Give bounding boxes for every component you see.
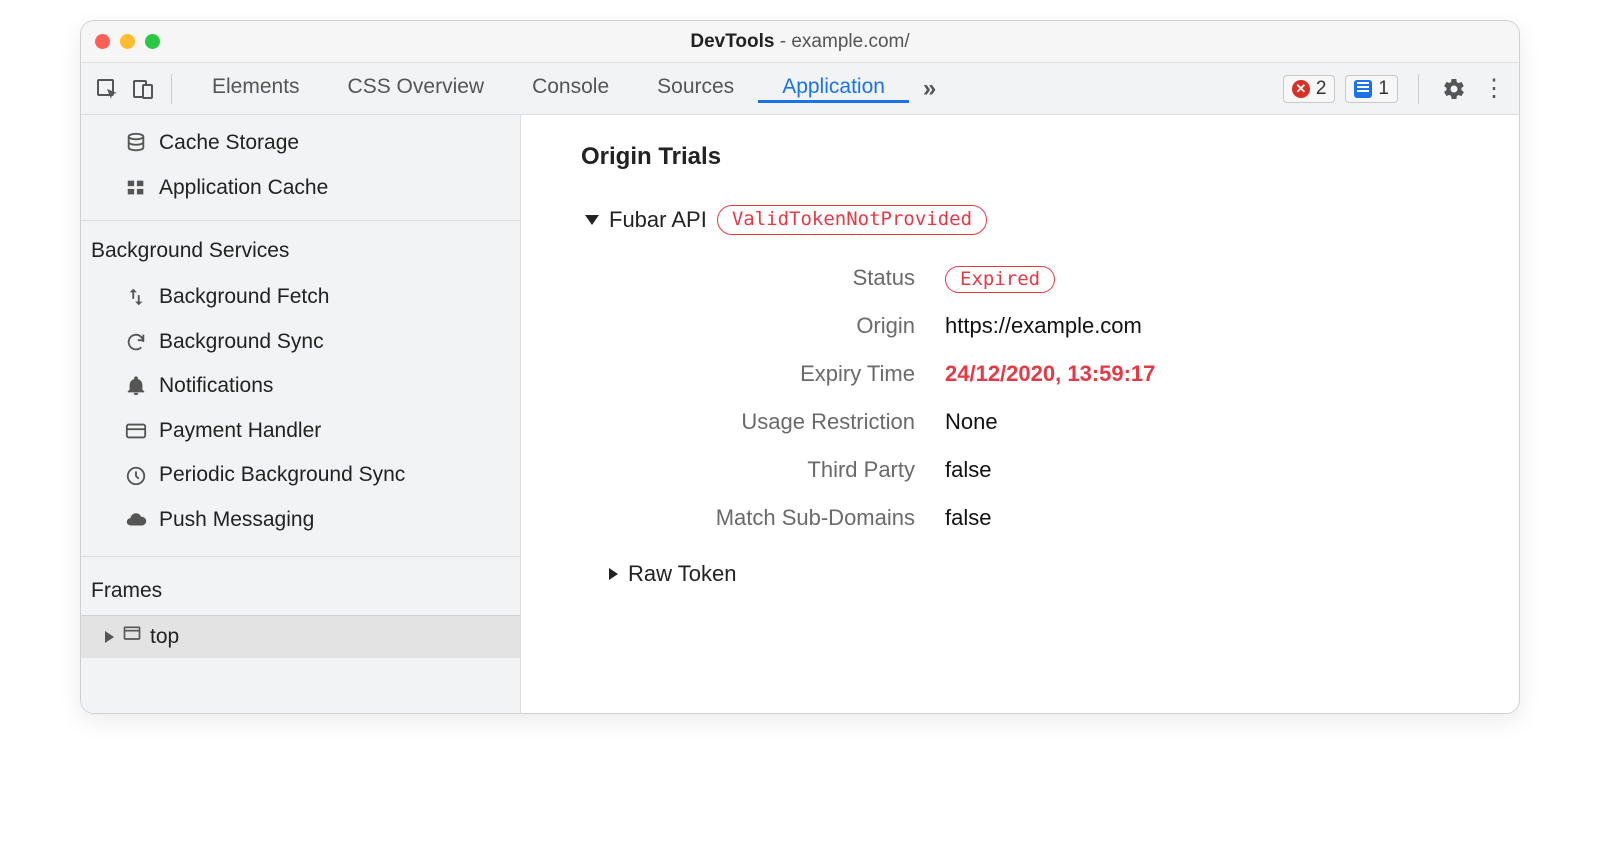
errors-badge[interactable]: ✕ 2	[1283, 75, 1336, 103]
tab-application[interactable]: Application	[758, 75, 909, 103]
message-icon	[1354, 80, 1372, 98]
sidebar-label: Cache Storage	[159, 127, 299, 160]
status-value: Expired	[945, 265, 1489, 292]
match-subdomains-label: Match Sub-Domains	[615, 505, 915, 531]
sidebar-item-background-sync[interactable]: Background Sync	[81, 320, 520, 365]
sidebar-item-push-messaging[interactable]: Push Messaging	[81, 498, 520, 543]
toolbar-divider-right	[1418, 74, 1419, 104]
errors-count: 2	[1316, 78, 1327, 100]
tab-sources[interactable]: Sources	[633, 75, 758, 103]
frame-top-label: top	[150, 625, 179, 649]
zoom-window-dot[interactable]	[145, 34, 160, 49]
frame-top-row[interactable]: top	[81, 615, 520, 658]
messages-count: 1	[1378, 78, 1389, 100]
raw-token-label: Raw Token	[628, 561, 736, 587]
settings-gear-icon[interactable]	[1439, 74, 1469, 104]
titlebar: DevTools - example.com/	[81, 21, 1519, 63]
usage-value: None	[945, 409, 1489, 435]
sidebar-item-background-fetch[interactable]: Background Fetch	[81, 275, 520, 320]
toolbar-left: Elements CSS Overview Console Sources Ap…	[89, 63, 950, 114]
sidebar-item-payment-handler[interactable]: Payment Handler	[81, 409, 520, 454]
origin-value: https://example.com	[945, 313, 1489, 339]
panel-heading: Origin Trials	[581, 143, 1489, 171]
trial-row[interactable]: Fubar API ValidTokenNotProvided	[581, 205, 1489, 235]
tab-css-overview[interactable]: CSS Overview	[324, 75, 509, 103]
chevron-down-icon	[585, 215, 599, 225]
sidebar-item-cache-storage[interactable]: Cache Storage	[81, 121, 520, 166]
status-label: Status	[615, 265, 915, 292]
frames-title: Frames	[81, 567, 520, 615]
sync-icon	[125, 331, 147, 353]
grid-icon	[125, 177, 147, 199]
toolbar-divider	[171, 74, 172, 104]
bg-services-title: Background Services	[81, 227, 520, 275]
error-icon: ✕	[1292, 80, 1310, 98]
panel-tabs: Elements CSS Overview Console Sources Ap…	[188, 75, 950, 103]
inspect-element-icon[interactable]	[89, 77, 125, 101]
chevron-right-icon	[105, 631, 114, 643]
sidebar-label: Background Fetch	[159, 281, 329, 314]
devtools-window: DevTools - example.com/ Elements CSS Ove…	[80, 20, 1520, 714]
frames-group: Frames top	[81, 557, 520, 658]
minimize-window-dot[interactable]	[120, 34, 135, 49]
expiry-value: 24/12/2020, 13:59:17	[945, 361, 1489, 387]
clock-icon	[125, 465, 147, 487]
sidebar-item-application-cache[interactable]: Application Cache	[81, 166, 520, 211]
application-sidebar: Cache Storage Application Cache Backgrou…	[81, 115, 521, 713]
sidebar-item-periodic-bg-sync[interactable]: Periodic Background Sync	[81, 453, 520, 498]
sidebar-item-notifications[interactable]: Notifications	[81, 364, 520, 409]
bg-services-group: Background Services Background Fetch Bac…	[81, 221, 520, 557]
tabs-overflow-icon[interactable]: »	[909, 75, 950, 103]
swap-vert-icon	[125, 286, 147, 308]
window-title: DevTools - example.com/	[690, 31, 909, 53]
close-window-dot[interactable]	[95, 34, 110, 49]
device-toggle-icon[interactable]	[125, 77, 161, 101]
cache-group: Cache Storage Application Cache	[81, 115, 520, 221]
sidebar-label: Application Cache	[159, 172, 328, 205]
raw-token-row[interactable]: Raw Token	[609, 561, 1489, 587]
third-party-value: false	[945, 457, 1489, 483]
trial-details: Status Expired Origin https://example.co…	[615, 265, 1489, 532]
messages-badge[interactable]: 1	[1345, 75, 1398, 103]
sidebar-label: Notifications	[159, 370, 273, 403]
usage-label: Usage Restriction	[615, 409, 915, 435]
toolbar-right: ✕ 2 1 ⋮	[1283, 63, 1511, 114]
cloud-icon	[125, 509, 147, 531]
devtools-body: Cache Storage Application Cache Backgrou…	[81, 115, 1519, 713]
match-subdomains-value: false	[945, 505, 1489, 531]
window-icon	[122, 624, 142, 650]
origin-trials-panel: Origin Trials Fubar API ValidTokenNotPro…	[521, 115, 1519, 713]
title-app: DevTools	[690, 31, 774, 52]
trial-name: Fubar API	[609, 207, 707, 233]
sidebar-label: Periodic Background Sync	[159, 459, 405, 492]
title-url: example.com/	[791, 31, 909, 52]
bell-icon	[125, 375, 147, 397]
title-separator: -	[774, 31, 791, 52]
valid-token-pill: ValidTokenNotProvided	[717, 205, 987, 235]
third-party-label: Third Party	[615, 457, 915, 483]
kebab-menu-icon[interactable]: ⋮	[1479, 74, 1509, 104]
sidebar-label: Payment Handler	[159, 415, 321, 448]
chevron-right-icon	[609, 568, 618, 580]
devtools-toolbar: Elements CSS Overview Console Sources Ap…	[81, 63, 1519, 115]
sidebar-label: Push Messaging	[159, 504, 314, 537]
status-pill: Expired	[945, 266, 1055, 293]
window-traffic-lights	[95, 34, 160, 49]
expiry-label: Expiry Time	[615, 361, 915, 387]
origin-label: Origin	[615, 313, 915, 339]
tab-console[interactable]: Console	[508, 75, 633, 103]
sidebar-label: Background Sync	[159, 326, 324, 359]
card-icon	[125, 420, 147, 442]
db-stack-icon	[125, 132, 147, 154]
tab-elements[interactable]: Elements	[188, 75, 324, 103]
